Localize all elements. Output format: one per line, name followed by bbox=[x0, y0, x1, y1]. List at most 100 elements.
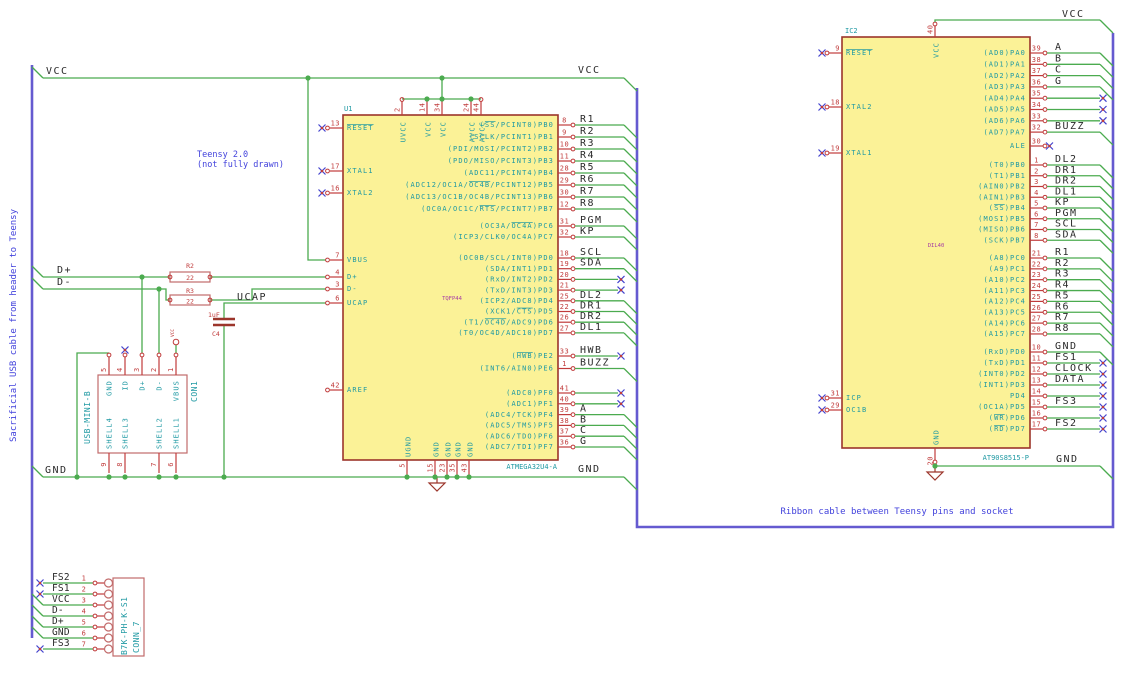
net-label-gnd-left[interactable]: GND bbox=[45, 465, 68, 476]
net-label-R1[interactable]: R1 bbox=[1055, 247, 1070, 258]
net-label-R6[interactable]: R6 bbox=[1055, 301, 1070, 312]
net-label-R4[interactable]: R4 bbox=[580, 150, 595, 161]
con1-reference[interactable]: CON1 bbox=[190, 381, 199, 402]
con1-pin-name: VBUS bbox=[173, 380, 181, 401]
net-label-R8[interactable]: R8 bbox=[580, 198, 595, 209]
net-label-DATA[interactable]: DATA bbox=[1055, 374, 1085, 385]
net-label-R6[interactable]: R6 bbox=[580, 174, 595, 185]
ic2-package[interactable]: DIL40 bbox=[928, 243, 945, 249]
net-label-R7[interactable]: R7 bbox=[580, 186, 595, 197]
ic2-pin-number: 9 bbox=[835, 45, 840, 53]
net-label-R3[interactable]: R3 bbox=[580, 138, 595, 149]
net-label-C[interactable]: C bbox=[1055, 65, 1063, 76]
ic2-pin-number: 31 bbox=[831, 390, 840, 398]
annotation-cable-note[interactable]: Sacrificial USB cable from header to Tee… bbox=[9, 208, 19, 442]
net-label-SCL[interactable]: SCL bbox=[1055, 219, 1078, 230]
ic2-part-number[interactable]: AT90S8515-P bbox=[983, 454, 1029, 462]
no-connect-dot bbox=[1101, 383, 1105, 387]
net-label-DR2[interactable]: DR2 bbox=[1055, 176, 1078, 187]
net-label-KP[interactable]: KP bbox=[1055, 197, 1070, 208]
u1-part-number[interactable]: ATMEGA32U4-A bbox=[506, 463, 557, 471]
u1-pin-number: 27 bbox=[560, 324, 569, 332]
r2-reference[interactable]: R2 bbox=[186, 262, 194, 270]
net-label-DR1[interactable]: DR1 bbox=[1055, 165, 1078, 176]
net-label-A[interactable]: A bbox=[580, 404, 588, 415]
net-label-HWB[interactable]: HWB bbox=[580, 345, 603, 356]
ic2-pin-number: 11 bbox=[1032, 355, 1041, 363]
net-label-A[interactable]: A bbox=[1055, 42, 1063, 53]
net-label-B[interactable]: B bbox=[1055, 53, 1063, 64]
net-label-R7[interactable]: R7 bbox=[1055, 312, 1070, 323]
net-label-C[interactable]: C bbox=[580, 425, 588, 436]
net-label-DL1[interactable]: DL1 bbox=[580, 322, 603, 333]
net-label-R5[interactable]: R5 bbox=[1055, 290, 1070, 301]
net-label-FS1[interactable]: FS1 bbox=[52, 583, 70, 594]
net-label-R5[interactable]: R5 bbox=[580, 162, 595, 173]
conn7-reference[interactable]: CONN_7 bbox=[132, 621, 141, 653]
no-connect-dot bbox=[320, 126, 324, 130]
net-label-BUZZ[interactable]: BUZZ bbox=[1055, 121, 1085, 132]
net-label-B[interactable]: B bbox=[580, 414, 588, 425]
net-label-R3[interactable]: R3 bbox=[1055, 269, 1070, 280]
net-label-PGM[interactable]: PGM bbox=[1055, 208, 1078, 219]
net-label-D-[interactable]: D- bbox=[52, 605, 64, 616]
junction-dot bbox=[466, 474, 472, 480]
net-label-ucap[interactable]: UCAP bbox=[237, 292, 267, 303]
annotation-ribbon-note[interactable]: Ribbon cable between Teensy pins and soc… bbox=[781, 507, 1014, 517]
net-label-GND[interactable]: GND bbox=[52, 627, 70, 638]
u1-pin-name: RESET bbox=[347, 124, 374, 132]
u1-package[interactable]: TQFP44 bbox=[442, 296, 463, 302]
net-label-R2[interactable]: R2 bbox=[1055, 258, 1070, 269]
net-label-R2[interactable]: R2 bbox=[580, 126, 595, 137]
conn7-pin-number: 5 bbox=[82, 619, 87, 627]
junction-dot bbox=[432, 474, 438, 480]
net-label-FS1[interactable]: FS1 bbox=[1055, 352, 1078, 363]
net-label-KP[interactable]: KP bbox=[580, 226, 595, 237]
r3-value[interactable]: 22 bbox=[186, 298, 194, 306]
u1-pin-name: GND bbox=[445, 441, 453, 457]
net-label-dminus[interactable]: D- bbox=[57, 277, 72, 288]
junction-dot bbox=[74, 474, 80, 480]
net-label-DL2[interactable]: DL2 bbox=[580, 290, 603, 301]
net-label-FS3[interactable]: FS3 bbox=[1055, 396, 1078, 407]
net-label-ic2-vcc[interactable]: VCC bbox=[1062, 9, 1085, 20]
u1-reference[interactable]: U1 bbox=[344, 105, 352, 113]
net-label-GND[interactable]: GND bbox=[1055, 341, 1078, 352]
net-label-FS3[interactable]: FS3 bbox=[52, 638, 70, 649]
net-label-PGM[interactable]: PGM bbox=[580, 215, 603, 226]
net-label-G[interactable]: G bbox=[580, 436, 588, 447]
annotation-teensy-line1[interactable]: Teensy 2.0 bbox=[197, 150, 248, 160]
ic2-reference[interactable]: IC2 bbox=[845, 27, 858, 35]
r2-value[interactable]: 22 bbox=[186, 274, 194, 282]
net-label-dplus[interactable]: D+ bbox=[57, 265, 72, 276]
net-label-R8[interactable]: R8 bbox=[1055, 323, 1070, 334]
net-label-DR1[interactable]: DR1 bbox=[580, 301, 603, 312]
net-label-ic2-gnd[interactable]: GND bbox=[1056, 454, 1079, 465]
net-label-FS2[interactable]: FS2 bbox=[1055, 418, 1078, 429]
conn7-part-number[interactable]: B7K-PH-K-S1 bbox=[120, 597, 129, 655]
con1-part-number[interactable]: USB-MINI-B bbox=[83, 391, 92, 444]
net-label-SDA[interactable]: SDA bbox=[580, 258, 603, 269]
net-label-VCC[interactable]: VCC bbox=[52, 594, 70, 605]
net-label-BUZZ[interactable]: BUZZ bbox=[580, 358, 610, 369]
no-connect-dot bbox=[820, 396, 824, 400]
net-label-vcc-right[interactable]: VCC bbox=[578, 65, 601, 76]
net-label-DL2[interactable]: DL2 bbox=[1055, 154, 1078, 165]
net-label-CLOCK[interactable]: CLOCK bbox=[1055, 363, 1093, 374]
net-label-R1[interactable]: R1 bbox=[580, 114, 595, 125]
net-label-gnd-right[interactable]: GND bbox=[578, 464, 601, 475]
net-label-FS2[interactable]: FS2 bbox=[52, 572, 70, 583]
net-label-DR2[interactable]: DR2 bbox=[580, 311, 603, 322]
net-label-R4[interactable]: R4 bbox=[1055, 280, 1070, 291]
net-label-DL1[interactable]: DL1 bbox=[1055, 186, 1078, 197]
net-label-SDA[interactable]: SDA bbox=[1055, 229, 1078, 240]
net-label-G[interactable]: G bbox=[1055, 76, 1063, 87]
annotation-teensy-line2[interactable]: (not fully drawn) bbox=[197, 160, 284, 170]
c4-value[interactable]: 1uF bbox=[208, 311, 220, 319]
net-label-SCL[interactable]: SCL bbox=[580, 247, 603, 258]
net-label-vcc-left[interactable]: VCC bbox=[46, 66, 69, 77]
ic2-pin-number: 39 bbox=[1032, 45, 1041, 53]
r3-reference[interactable]: R3 bbox=[186, 287, 194, 295]
net-label-D+[interactable]: D+ bbox=[52, 616, 64, 627]
c4-reference[interactable]: C4 bbox=[212, 330, 220, 338]
